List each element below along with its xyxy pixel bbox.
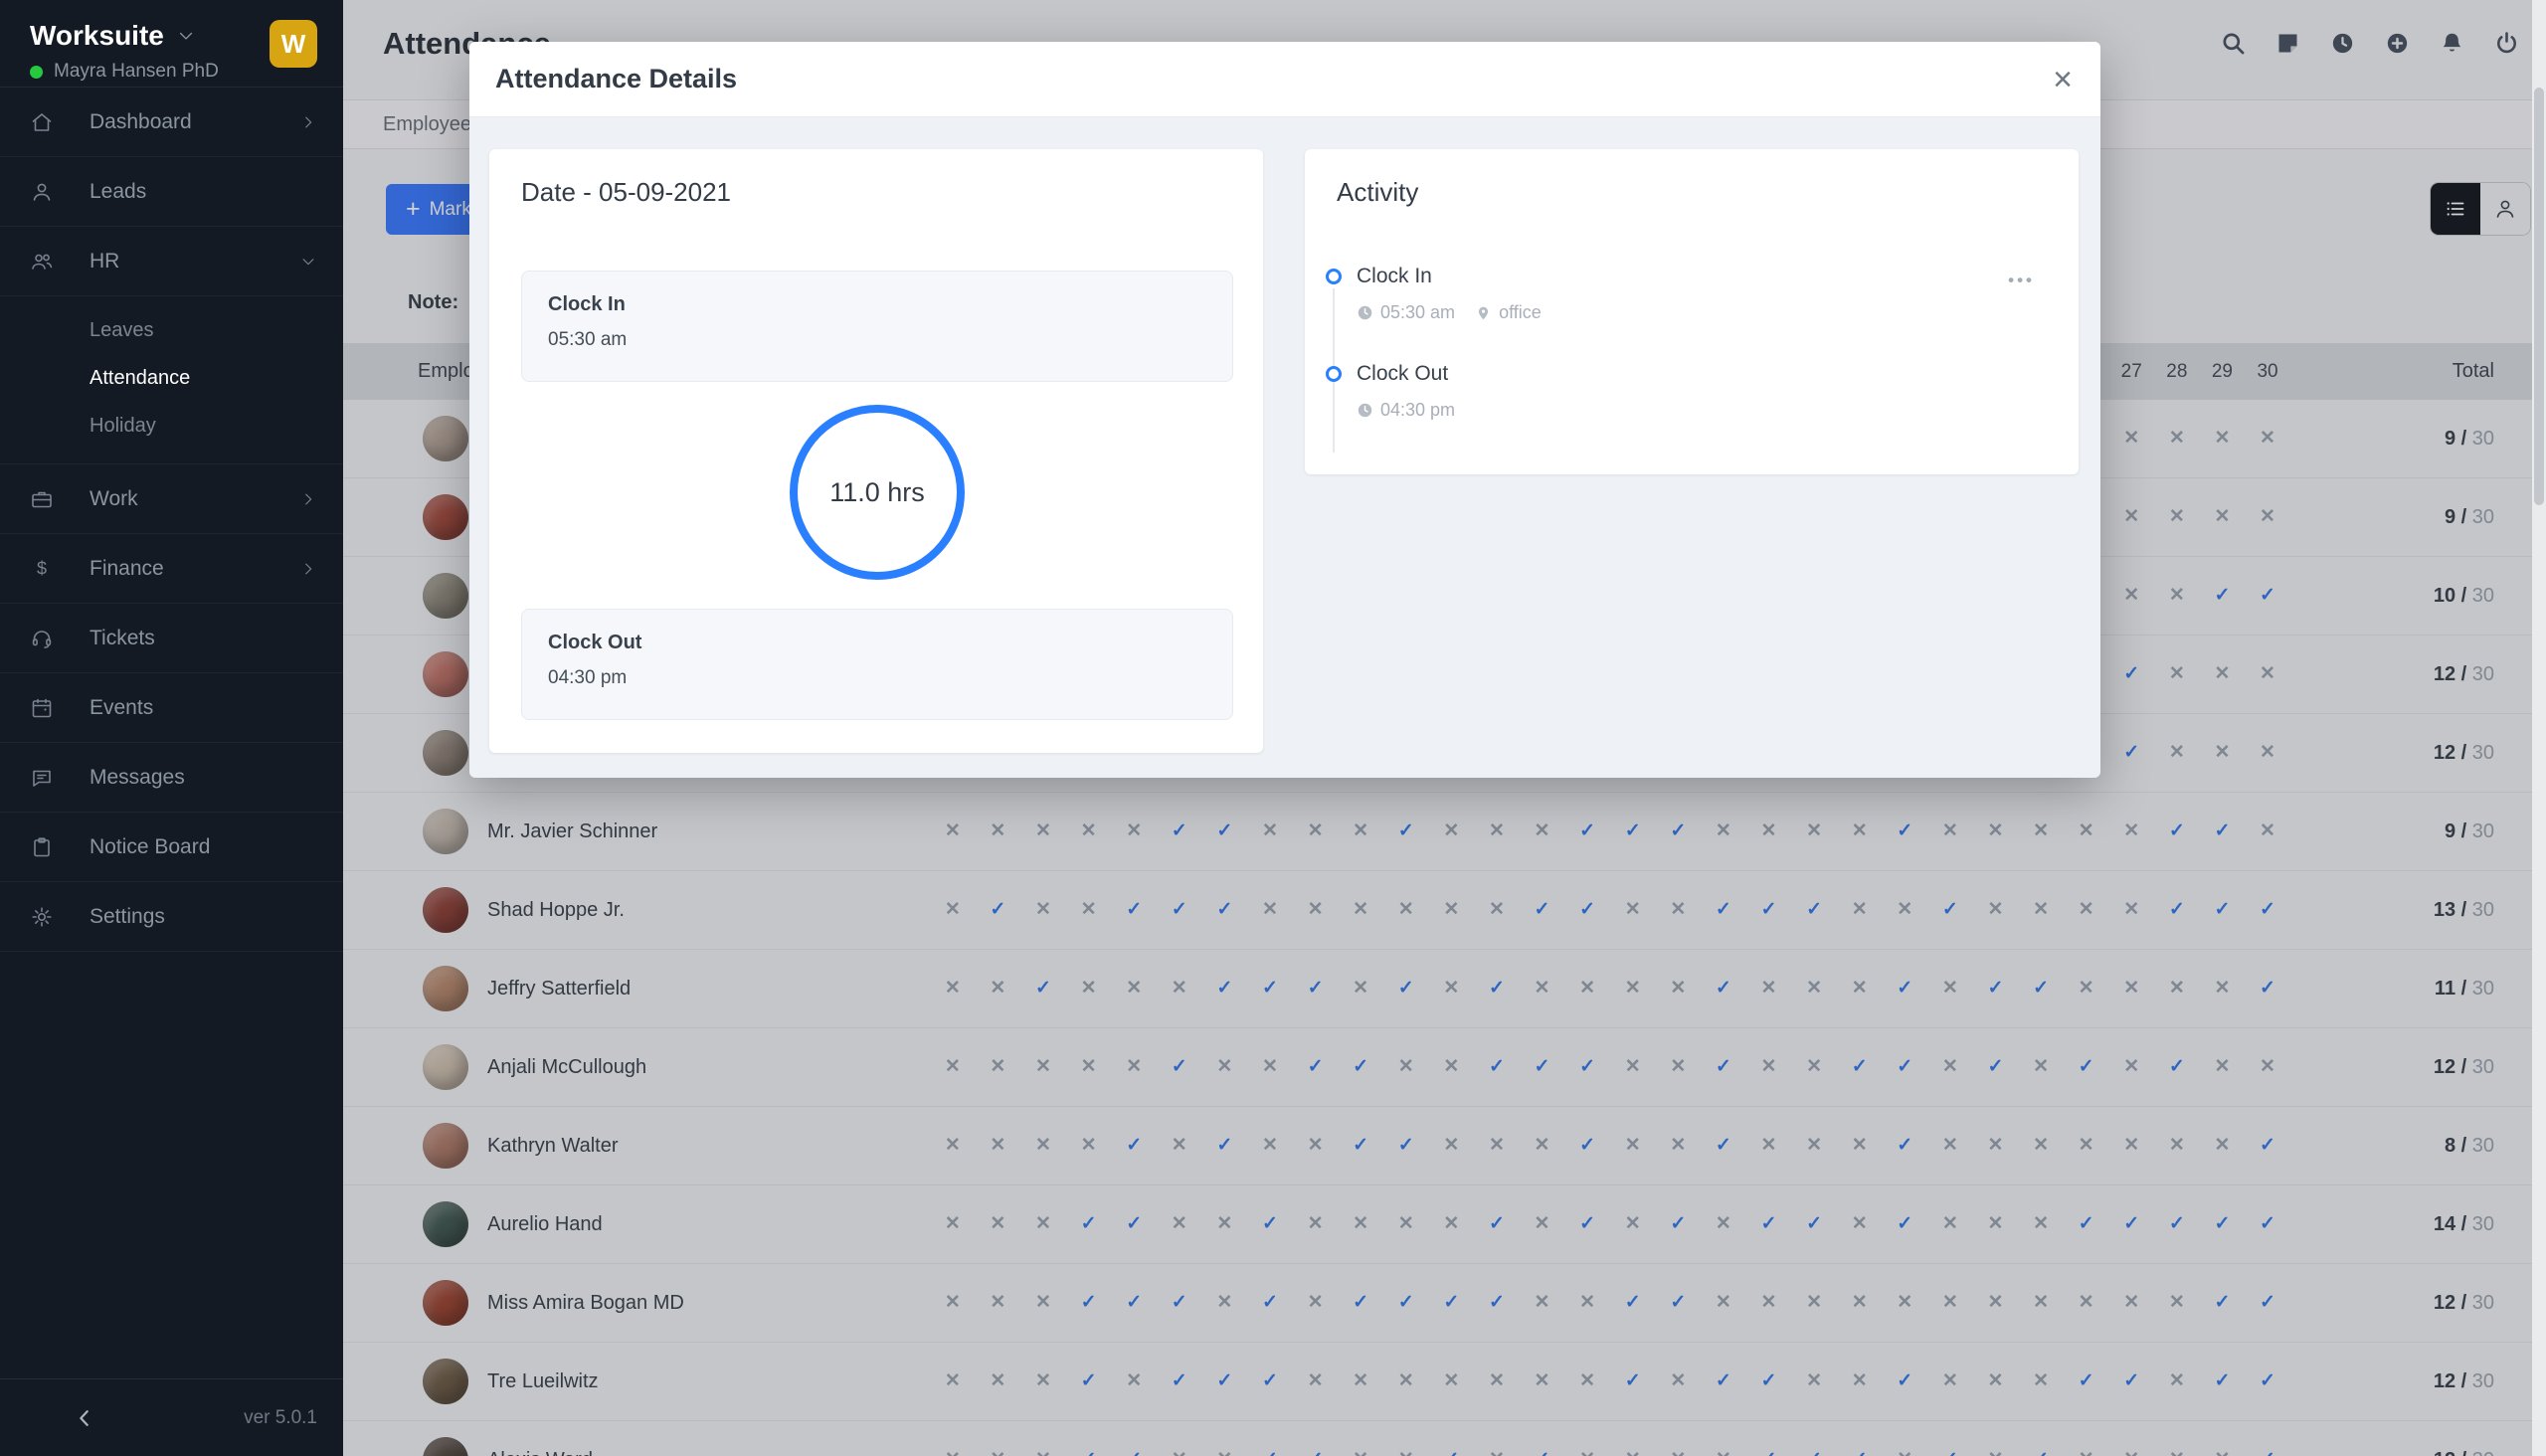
user-name: Mayra Hansen PhD — [54, 61, 219, 83]
activity-event: Clock In 05:30 am office — [1357, 265, 1542, 323]
sidebar-item-holiday[interactable]: Holiday — [0, 402, 343, 450]
event-location: office — [1475, 302, 1542, 323]
activity-event-label: Clock Out — [1357, 362, 1455, 386]
user-icon — [30, 180, 54, 204]
sidebar-item-label: Finance — [90, 557, 164, 581]
sidebar-item-label: Notice Board — [90, 835, 210, 859]
sidebar-item-messages[interactable]: Messages — [0, 743, 343, 813]
sidebar-footer: ver 5.0.1 — [0, 1378, 343, 1456]
timeline-marker-icon — [1326, 366, 1342, 382]
modal-header: Attendance Details × — [469, 42, 2100, 117]
timeline-marker-icon — [1326, 269, 1342, 284]
svg-text:$: $ — [37, 558, 47, 578]
clock-out-label: Clock Out — [548, 632, 1206, 654]
sidebar-item-label: Events — [90, 696, 153, 720]
date-title: Date - 05-09-2021 — [521, 177, 731, 208]
chat-icon — [30, 766, 54, 790]
activity-card: Activity Clock In 05:30 am office Clock Out… — [1305, 149, 2079, 474]
close-icon[interactable]: × — [2053, 63, 2073, 96]
more-options-icon[interactable]: ••• — [2008, 271, 2035, 290]
users-icon — [30, 250, 54, 273]
sidebar-item-tickets[interactable]: Tickets — [0, 604, 343, 673]
sidebar-item-dashboard[interactable]: Dashboard — [0, 88, 343, 157]
sidebar-item-label: HR — [90, 250, 119, 273]
gear-icon — [30, 905, 54, 929]
app-logo[interactable]: W — [270, 20, 317, 68]
sidebar-item-settings[interactable]: Settings — [0, 882, 343, 952]
clock-in-time: 05:30 am — [548, 329, 1206, 351]
activity-event-label: Clock In — [1357, 265, 1542, 288]
clock-icon — [1357, 304, 1373, 321]
sidebar-item-hr[interactable]: HR — [0, 227, 343, 296]
sidebar-item-label: Tickets — [90, 627, 155, 650]
sidebar-item-notice-board[interactable]: Notice Board — [0, 813, 343, 882]
user-menu[interactable]: Mayra Hansen PhD — [30, 61, 219, 83]
chevron-right-icon — [299, 113, 317, 131]
sidebar-header: Worksuite Mayra Hansen PhD W — [0, 0, 343, 88]
briefcase-icon — [30, 487, 54, 511]
sidebar-item-events[interactable]: Events — [0, 673, 343, 743]
event-time: 05:30 am — [1357, 302, 1455, 323]
scrollbar-thumb[interactable] — [2534, 88, 2544, 505]
date-card: Date - 05-09-2021 Clock In 05:30 am 11.0… — [489, 149, 1263, 753]
attendance-details-modal: Attendance Details × Date - 05-09-2021 C… — [469, 42, 2100, 778]
clock-in-label: Clock In — [548, 293, 1206, 316]
dollar-icon: $ — [30, 557, 54, 581]
sidebar-item-work[interactable]: Work — [0, 464, 343, 534]
clock-out-box: Clock Out 04:30 pm — [521, 609, 1233, 720]
chevron-right-icon — [299, 560, 317, 578]
home-icon — [30, 110, 54, 134]
sidebar-item-attendance[interactable]: Attendance — [0, 354, 343, 402]
sidebar-nav: Dashboard Leads HR LeavesAttendanceHoliday W… — [0, 88, 343, 952]
headset-icon — [30, 627, 54, 650]
online-status-dot — [30, 66, 43, 79]
chevron-down-icon — [176, 26, 196, 46]
sidebar-collapse-button[interactable] — [74, 1407, 95, 1429]
app-root: Worksuite Mayra Hansen PhD W Dashboard Le… — [0, 0, 2546, 1456]
scrollbar[interactable] — [2532, 0, 2546, 1456]
app-version: ver 5.0.1 — [244, 1407, 317, 1429]
clipboard-icon — [30, 835, 54, 859]
chevron-right-icon — [299, 490, 317, 508]
sidebar-item-leads[interactable]: Leads — [0, 157, 343, 227]
sidebar-item-label: Dashboard — [90, 110, 192, 134]
sidebar-item-label: Settings — [90, 905, 165, 929]
calendar-icon — [30, 696, 54, 720]
sidebar-item-leaves[interactable]: Leaves — [0, 306, 343, 354]
chevron-down-icon — [299, 253, 317, 271]
sidebar: Worksuite Mayra Hansen PhD W Dashboard Le… — [0, 0, 343, 1456]
sidebar-item-finance[interactable]: $ Finance — [0, 534, 343, 604]
clock-out-time: 04:30 pm — [548, 667, 1206, 689]
modal-title: Attendance Details — [495, 64, 2053, 94]
sidebar-item-label: Leads — [90, 180, 146, 204]
activity-event: Clock Out 04:30 pm — [1357, 362, 1455, 421]
workspace-switcher[interactable]: Worksuite — [30, 20, 219, 52]
sidebar-item-label: Work — [90, 487, 138, 511]
event-time: 04:30 pm — [1357, 400, 1455, 421]
sidebar-submenu: LeavesAttendanceHoliday — [0, 296, 343, 464]
total-hours: 11.0 hrs — [829, 477, 925, 508]
sidebar-item-label: Messages — [90, 766, 185, 790]
app-title: Worksuite — [30, 20, 164, 52]
clock-icon — [1357, 402, 1373, 419]
clock-in-box: Clock In 05:30 am — [521, 271, 1233, 382]
total-hours-circle: 11.0 hrs — [790, 405, 965, 580]
location-pin-icon — [1475, 304, 1492, 321]
activity-title: Activity — [1337, 177, 1418, 208]
